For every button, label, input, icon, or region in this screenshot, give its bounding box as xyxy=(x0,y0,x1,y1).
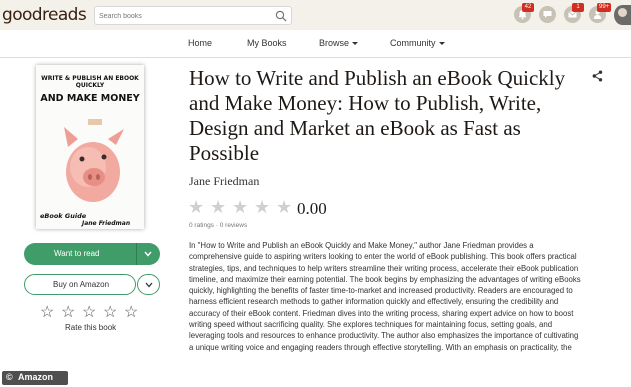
star-icon[interactable]: ☆ xyxy=(103,302,117,322)
chevron-down-icon xyxy=(438,42,445,46)
chevron-down-icon xyxy=(145,282,153,288)
rate-this-book-label: Rate this book xyxy=(65,323,117,332)
want-to-read-button[interactable]: Want to read xyxy=(24,243,160,265)
star-icon: ★ xyxy=(254,197,271,217)
rating-counts: 0 ratings · 0 reviews xyxy=(189,222,247,229)
nav-browse-label: Browse xyxy=(319,38,350,48)
star-icon: ★ xyxy=(276,197,293,217)
ratings-count[interactable]: 0 ratings xyxy=(189,222,214,229)
more-retailers-button[interactable] xyxy=(137,274,160,295)
book-cover[interactable]: WRITE & PUBLISH AN EBOOK QUICKLY AND MAK… xyxy=(36,65,144,229)
book-title: How to Write and Publish an eBook Quickl… xyxy=(189,66,566,165)
messages-icon[interactable] xyxy=(539,6,556,23)
search-input[interactable] xyxy=(99,9,269,23)
notifications-icon[interactable]: 42 xyxy=(514,3,534,23)
top-header: goodreads 42 1 99+ xyxy=(0,0,631,30)
nav-community-label: Community xyxy=(390,38,436,48)
buy-on-amazon-label: Buy on Amazon xyxy=(53,280,110,289)
copyright-symbol: © xyxy=(6,372,13,382)
search-icon[interactable] xyxy=(275,10,287,22)
cover-footer-author: Jane Friedman xyxy=(82,220,131,227)
buy-on-amazon-button[interactable]: Buy on Amazon xyxy=(24,274,136,295)
friends-icon[interactable]: 99+ xyxy=(589,3,612,23)
search-box[interactable] xyxy=(94,6,292,25)
cover-footer-guide: eBook Guide xyxy=(40,212,87,220)
star-icon: ★ xyxy=(210,197,227,217)
nav-browse[interactable]: Browse xyxy=(319,38,359,48)
star-icon: ★ xyxy=(232,197,249,217)
average-rating-stars: ★ ★ ★ ★ ★ xyxy=(188,197,298,217)
nav-my-books[interactable]: My Books xyxy=(247,38,287,48)
star-icon[interactable]: ☆ xyxy=(40,302,54,322)
friends-badge: 99+ xyxy=(597,3,612,12)
user-avatar[interactable] xyxy=(614,5,631,25)
book-description: In "How to Write and Publish an eBook Qu… xyxy=(189,241,581,352)
want-to-read-label: Want to read xyxy=(54,249,100,258)
star-icon[interactable]: ☆ xyxy=(82,302,96,322)
button-divider xyxy=(136,243,137,265)
book-author[interactable]: Jane Friedman xyxy=(189,174,259,189)
star-icon[interactable]: ☆ xyxy=(124,302,138,322)
amazon-watermark: © Amazon xyxy=(2,371,68,385)
average-rating: 0.00 xyxy=(297,199,327,218)
nav-home[interactable]: Home xyxy=(188,38,212,48)
notifications-badge: 42 xyxy=(522,3,534,12)
primary-nav: Home My Books Browse Community xyxy=(0,30,631,58)
cover-title: WRITE & PUBLISH AN EBOOK QUICKLY xyxy=(41,75,139,89)
piggy-bank-illustration xyxy=(64,119,124,202)
cover-subtitle: AND MAKE MONEY xyxy=(40,93,140,104)
share-icon[interactable] xyxy=(592,70,603,82)
star-icon: ★ xyxy=(188,197,205,217)
star-icon[interactable]: ☆ xyxy=(61,302,75,322)
goodreads-logo[interactable]: goodreads xyxy=(2,5,87,25)
chevron-down-icon[interactable] xyxy=(144,251,152,257)
rate-stars[interactable]: ☆ ☆ ☆ ☆ ☆ xyxy=(40,302,140,321)
nav-community[interactable]: Community xyxy=(390,38,445,48)
inbox-icon[interactable]: 1 xyxy=(564,3,584,23)
chevron-down-icon xyxy=(352,42,359,46)
messages-badge: 1 xyxy=(572,3,584,12)
reviews-count[interactable]: 0 reviews xyxy=(220,222,247,229)
watermark-text: Amazon xyxy=(18,372,54,382)
